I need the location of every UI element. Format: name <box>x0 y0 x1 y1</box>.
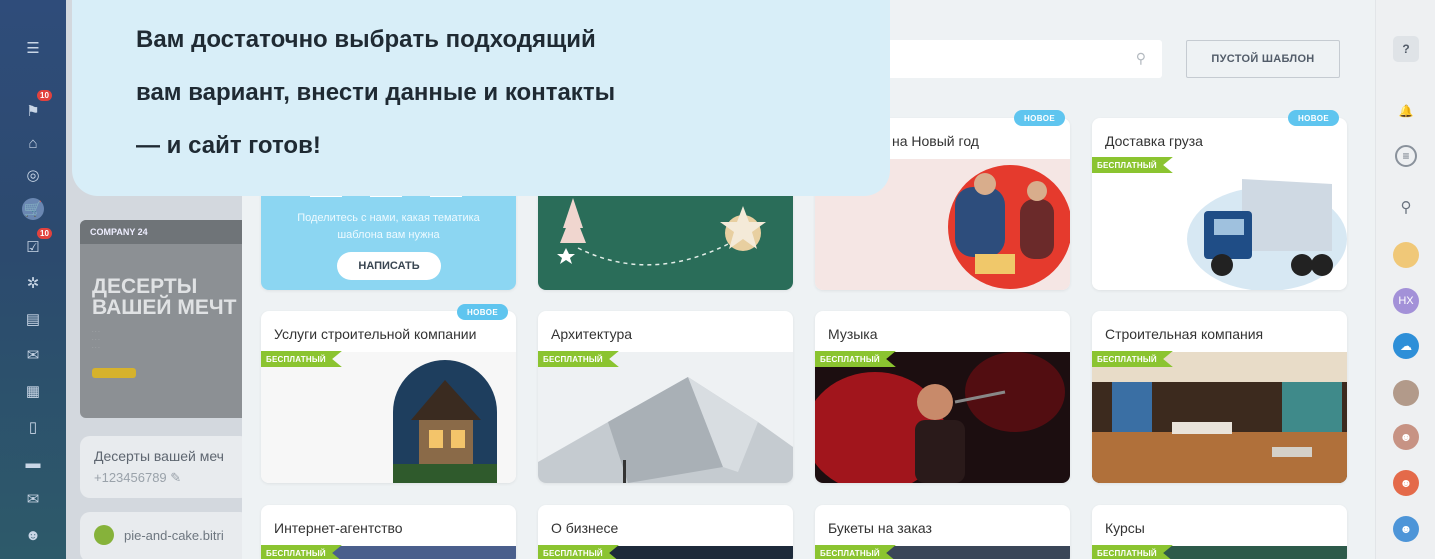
counter-badge: 10 <box>37 228 52 239</box>
menu-icon[interactable]: ☰ <box>22 37 44 59</box>
template-title: Букеты на заказ <box>828 520 932 536</box>
bell-icon[interactable]: 🔔 <box>1393 98 1419 124</box>
mail-icon[interactable]: ✉ <box>22 488 44 510</box>
truck-image <box>1092 159 1347 290</box>
tooltip-line-1: Вам достаточно выбрать подходящий <box>136 26 596 53</box>
search-icon[interactable]: ⚲ <box>1393 194 1419 220</box>
target-icon[interactable]: ◎ <box>22 164 44 186</box>
site-link: pie-and-cake.bitri <box>80 512 250 559</box>
document-icon[interactable]: ▤ <box>22 308 44 330</box>
empty-template-button[interactable]: ПУСТОЙ ШАБЛОН <box>1186 40 1340 78</box>
free-tag: БЕСПЛАТНЫЙ <box>261 351 342 367</box>
left-sidebar: ☰ ⚑ 10 ⌂ ◎ 🛒 ☑ 10 ✲ ▤ ✉ ▦ ▯ ▬ ✉ ☻ <box>0 0 66 559</box>
template-title: Услуги строительной компании <box>274 326 477 342</box>
contact-phone: +123456789 ✎ <box>94 470 182 485</box>
gear-icon[interactable]: ✲ <box>22 272 44 294</box>
template-title: Строительная компания <box>1105 326 1264 342</box>
write-button[interactable]: НАПИСАТЬ <box>337 252 441 280</box>
search-icon: ⚲ <box>1135 50 1146 66</box>
promo-preview: COMPANY 24 ДЕСЕРТЫ ВАШЕЙ МЕЧТ · · · · · ·… <box>80 220 250 418</box>
template-card[interactable]: Доставка груза <box>1092 118 1347 290</box>
office-image <box>1092 352 1347 483</box>
bank-icon[interactable]: ⌂ <box>22 132 44 154</box>
group-avatar-icon[interactable]: ☻ <box>1393 516 1419 542</box>
help-icon[interactable]: ? <box>1393 36 1419 62</box>
filter-icon[interactable]: ⚑ <box>22 100 44 122</box>
promo-button <box>92 368 136 378</box>
promo-text: · · · · · · · · · <box>92 329 100 351</box>
calendar-icon[interactable]: ▦ <box>22 380 44 402</box>
avatar[interactable] <box>1393 242 1419 268</box>
new-badge: НОВОЕ <box>1288 110 1340 126</box>
link-icon <box>94 525 114 545</box>
template-title: Архитектура <box>551 326 633 342</box>
drive-icon[interactable]: ▬ <box>22 452 44 474</box>
free-tag: БЕСПЛАТНЫЙ <box>815 351 896 367</box>
free-tag: БЕСПЛАТНЫЙ <box>815 545 896 559</box>
new-badge: НОВОЕ <box>457 304 509 320</box>
search-input[interactable]: ⚲ <box>872 40 1162 78</box>
right-bar: ? 🔔 ≡ ⚲ HX ☁ ☻ ☻ ☻ <box>1375 0 1435 559</box>
template-card[interactable]: Услуги строительной компании <box>261 311 516 483</box>
template-title: на Новый год <box>892 133 979 149</box>
template-card[interactable]: Музыка <box>815 311 1070 483</box>
free-tag: БЕСПЛАТНЫЙ <box>1092 157 1173 173</box>
free-tag: БЕСПЛАТНЫЙ <box>1092 351 1173 367</box>
task-icon[interactable]: ☑ <box>22 236 44 258</box>
free-tag: БЕСПЛАТНЫЙ <box>538 351 619 367</box>
tooltip-line-2: вам вариант, внести данные и контакты <box>136 79 616 106</box>
template-title: Курсы <box>1105 520 1145 536</box>
template-card[interactable]: Строительная компания <box>1092 311 1347 483</box>
contact-card: Десерты вашей меч +123456789 ✎ <box>80 436 250 498</box>
group-chat-icon[interactable]: ☁ <box>1393 333 1419 359</box>
architecture-image <box>538 352 793 483</box>
group-avatar-icon[interactable]: ☻ <box>1393 470 1419 496</box>
template-card[interactable]: Архитектура <box>538 311 793 483</box>
site-link-text: pie-and-cake.bitri <box>124 528 224 543</box>
file-icon[interactable]: ▯ <box>22 416 44 438</box>
avatar-initials[interactable]: HX <box>1393 288 1419 314</box>
music-image <box>815 352 1070 483</box>
template-title: Интернет-агентство <box>274 520 403 536</box>
free-tag: БЕСПЛАТНЫЙ <box>261 545 342 559</box>
write-card-text: Поделитесь с нами, какая тематика шаблон… <box>297 212 480 241</box>
chat-bubble-icon[interactable]: ≡ <box>1395 145 1417 167</box>
house-image <box>261 352 516 483</box>
free-tag: БЕСПЛАТНЫЙ <box>538 545 619 559</box>
group-icon[interactable]: ☻ <box>22 524 44 546</box>
tooltip-line-3: — и сайт готов! <box>136 132 321 159</box>
template-title: Доставка груза <box>1105 133 1203 149</box>
cart-icon[interactable]: 🛒 <box>22 198 44 220</box>
contact-name: Десерты вашей меч <box>94 448 224 464</box>
promo-title: ДЕСЕРТЫ ВАШЕЙ МЕЧТ <box>92 275 237 319</box>
free-tag: БЕСПЛАТНЫЙ <box>1092 545 1173 559</box>
avatar[interactable] <box>1393 380 1419 406</box>
counter-badge: 10 <box>37 90 52 101</box>
group-avatar-icon[interactable]: ☻ <box>1393 424 1419 450</box>
template-title: О бизнесе <box>551 520 619 536</box>
promo-company: COMPANY 24 <box>80 220 250 244</box>
info-tooltip: Вам достаточно выбрать подходящий вам ва… <box>72 0 890 196</box>
template-title: Музыка <box>828 326 878 342</box>
chat-icon[interactable]: ✉ <box>22 344 44 366</box>
new-badge: НОВОЕ <box>1014 110 1066 126</box>
